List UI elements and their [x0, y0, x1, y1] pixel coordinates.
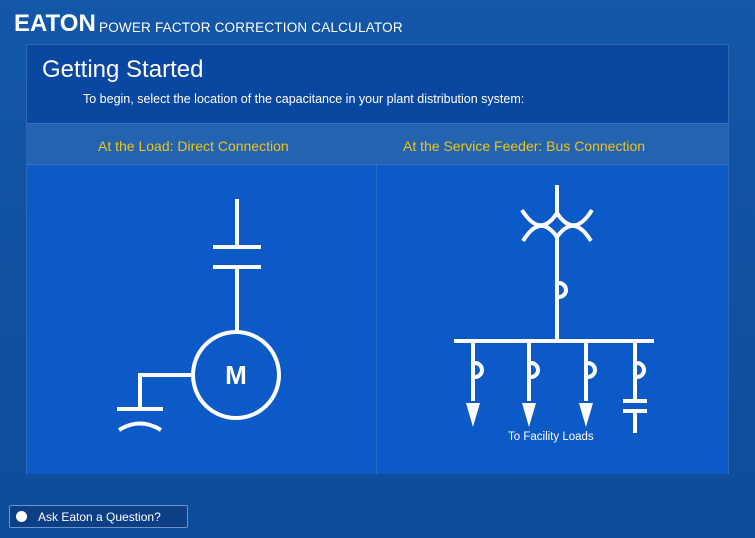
direct-connection-diagram: M	[117, 199, 281, 432]
options-header-bar: At the Load: Direct Connection At the Se…	[27, 123, 728, 165]
option-direct-connection[interactable]: M	[27, 165, 377, 474]
header: EATON POWER FACTOR CORRECTION CALCULATOR	[0, 0, 755, 44]
radio-dot-icon	[16, 511, 27, 522]
page-instructions: To begin, select the location of the cap…	[83, 92, 525, 106]
option-label-bus-connection[interactable]: At the Service Feeder: Bus Connection	[403, 138, 645, 154]
motor-symbol-label: M	[225, 360, 247, 390]
ask-eaton-button[interactable]: Ask Eaton a Question?	[9, 505, 188, 528]
option-bus-connection[interactable]: To Facility Loads	[377, 165, 728, 474]
facility-loads-label: To Facility Loads	[508, 431, 594, 443]
app-title: POWER FACTOR CORRECTION CALCULATOR	[99, 20, 403, 35]
page-title: Getting Started	[42, 56, 204, 83]
ask-eaton-label: Ask Eaton a Question?	[38, 510, 161, 524]
app-window: EATON POWER FACTOR CORRECTION CALCULATOR…	[0, 0, 755, 538]
bus-connection-diagram	[454, 185, 654, 433]
getting-started-panel: Getting Started To begin, select the loc…	[26, 44, 729, 474]
eaton-logo: EATON	[14, 10, 96, 37]
option-label-direct-connection[interactable]: At the Load: Direct Connection	[98, 138, 289, 154]
